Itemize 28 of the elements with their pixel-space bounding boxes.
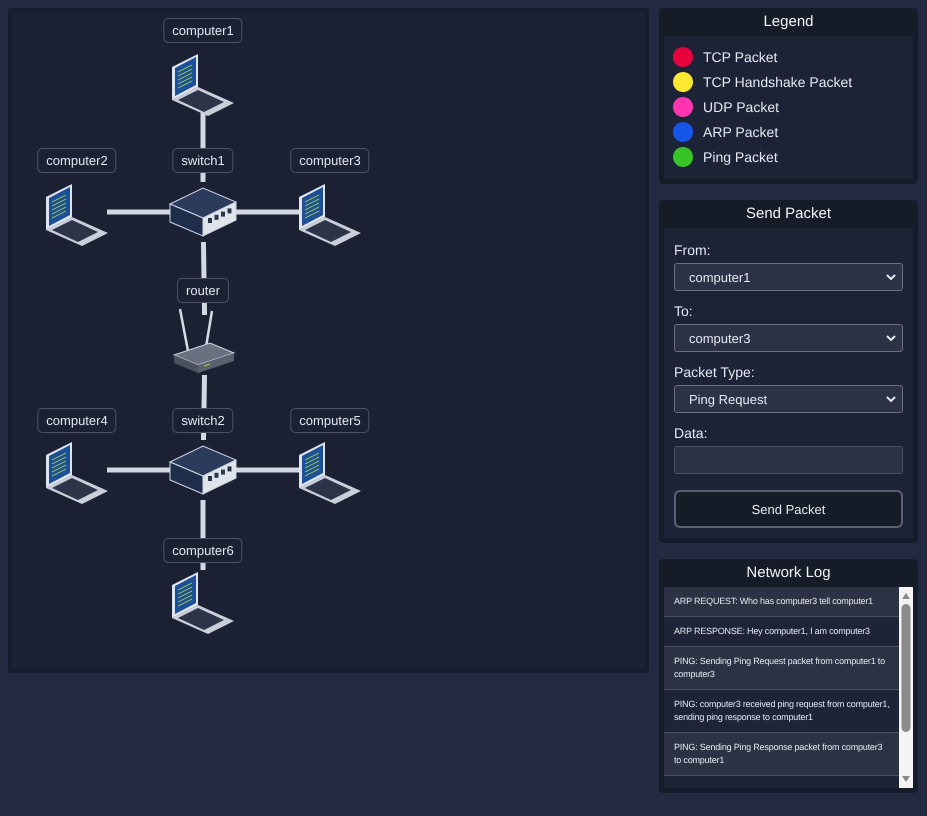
node-label: switch1 [172, 148, 234, 173]
node-label: computer5 [290, 408, 370, 433]
panel-title: Send Packet [744, 204, 832, 224]
field-label: From: [674, 242, 712, 258]
dropdown-field[interactable]: Ping Request [674, 385, 903, 413]
node-label: router [177, 278, 229, 303]
legend-label: UDP Packet [703, 98, 779, 114]
legend-label: TCP Handshake Packet [703, 74, 852, 90]
node-label: computer2 [37, 148, 117, 173]
send-packet-button[interactable]: Send Packet [674, 490, 903, 528]
field-label: Data: [674, 425, 708, 441]
panel-title: Legend [762, 12, 815, 32]
node-label: switch2 [172, 408, 234, 433]
log-entry: PING: Sending Ping Request packet from computer1 to computer3 [664, 647, 899, 690]
node-label: computer3 [290, 148, 370, 173]
node-label: computer4 [37, 408, 117, 433]
field-label: Packet Type: [674, 364, 756, 380]
dropdown-field[interactable]: computer1 [674, 263, 903, 291]
field-label: To: [674, 303, 694, 319]
log-entry: ARP REQUEST: Who has computer3 tell computer1 [664, 587, 899, 617]
legend-label: Ping Packet [703, 148, 778, 164]
legend-label: ARP Packet [703, 124, 778, 140]
node-label: computer1 [163, 18, 243, 43]
panel-title: Network Log [745, 563, 832, 583]
node-label: computer6 [163, 538, 243, 563]
dropdown-field[interactable]: computer3 [674, 324, 903, 352]
log-entry: PING: Sending Ping Response packet from computer3 to computer1 [664, 733, 899, 776]
legend-label: TCP Packet [703, 48, 778, 64]
